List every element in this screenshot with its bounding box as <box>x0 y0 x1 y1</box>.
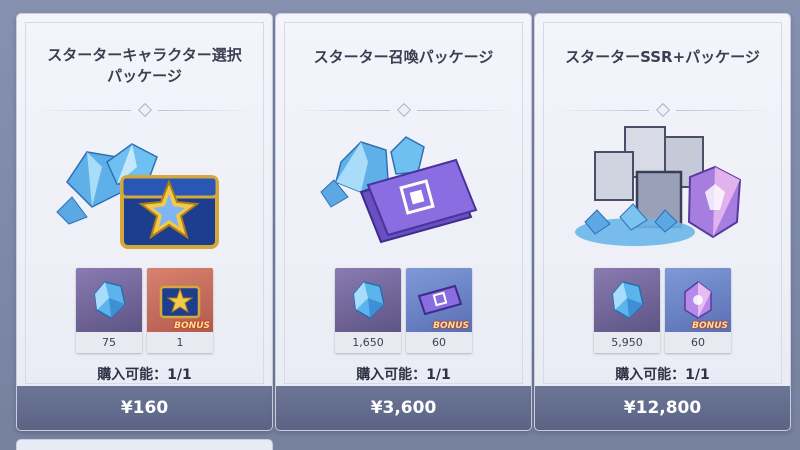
crate-stack-icon <box>594 126 704 229</box>
purchase-limit: 購入可能：1/1 <box>615 367 710 383</box>
item-count: 1,650 <box>335 332 401 353</box>
item-slot-ssr-crystal[interactable]: ✚ % BONUS 60 <box>665 268 731 353</box>
treasure-chest-icon <box>120 175 219 249</box>
item-slot-crystal[interactable]: 1,650 <box>335 268 401 353</box>
purchase-limit: 購入可能：1/1 <box>356 367 451 383</box>
item-count: 75 <box>76 332 142 353</box>
buy-button[interactable]: ¥3,600 <box>276 386 531 430</box>
title-divider <box>35 102 254 118</box>
purchase-limit: 購入可能：1/1 <box>97 367 192 383</box>
buy-button[interactable]: ¥160 <box>17 386 272 430</box>
title-divider <box>294 102 513 118</box>
bonus-badge: BONUS <box>174 321 210 331</box>
package-card-starter-summon[interactable]: スターター召喚パッケージ 1,650 BONUS 60 購入可能：1/1 ¥3,… <box>276 14 531 430</box>
package-hero-image <box>306 122 501 257</box>
ssr-crystal-icon <box>684 281 712 319</box>
package-hero-image <box>565 122 760 257</box>
item-slot-ticket[interactable]: % BONUS 60 <box>406 268 472 353</box>
item-slot-chest[interactable]: BONUS 1 <box>147 268 213 353</box>
ticket-icon <box>417 284 463 316</box>
crystal-icon <box>94 281 126 319</box>
item-slot-crystal[interactable]: 5,950 <box>594 268 660 353</box>
chest-icon <box>159 285 201 319</box>
package-title: スターターキャラクター選択 パッケージ <box>47 46 242 85</box>
package-title: スターターSSR+パッケージ <box>565 47 760 66</box>
crystal-icon <box>353 281 385 319</box>
item-slot-crystal[interactable]: 75 <box>76 268 142 353</box>
next-package-card-partial[interactable] <box>17 440 272 450</box>
package-hero-image <box>47 122 242 257</box>
item-count: 1 <box>147 332 213 353</box>
package-card-starter-character[interactable]: スターターキャラクター選択 パッケージ 75 BONUS 1 購入可能：1/1 … <box>17 14 272 430</box>
title-divider <box>553 102 772 118</box>
bonus-badge: BONUS <box>692 321 728 331</box>
crystal-icon <box>612 281 644 319</box>
item-count: 60 <box>406 332 472 353</box>
ssr-crystal-icon <box>687 165 742 239</box>
package-card-starter-ssr[interactable]: スターターSSR+パッケージ 5,950 BONUS 60 購入可能：1/1 ¥… <box>535 14 790 430</box>
package-title: スターター召喚パッケージ <box>313 47 494 66</box>
item-count: 60 <box>665 332 731 353</box>
buy-button[interactable]: ¥12,800 <box>535 386 790 430</box>
bonus-badge: BONUS <box>433 321 469 331</box>
item-count: 5,950 <box>594 332 660 353</box>
